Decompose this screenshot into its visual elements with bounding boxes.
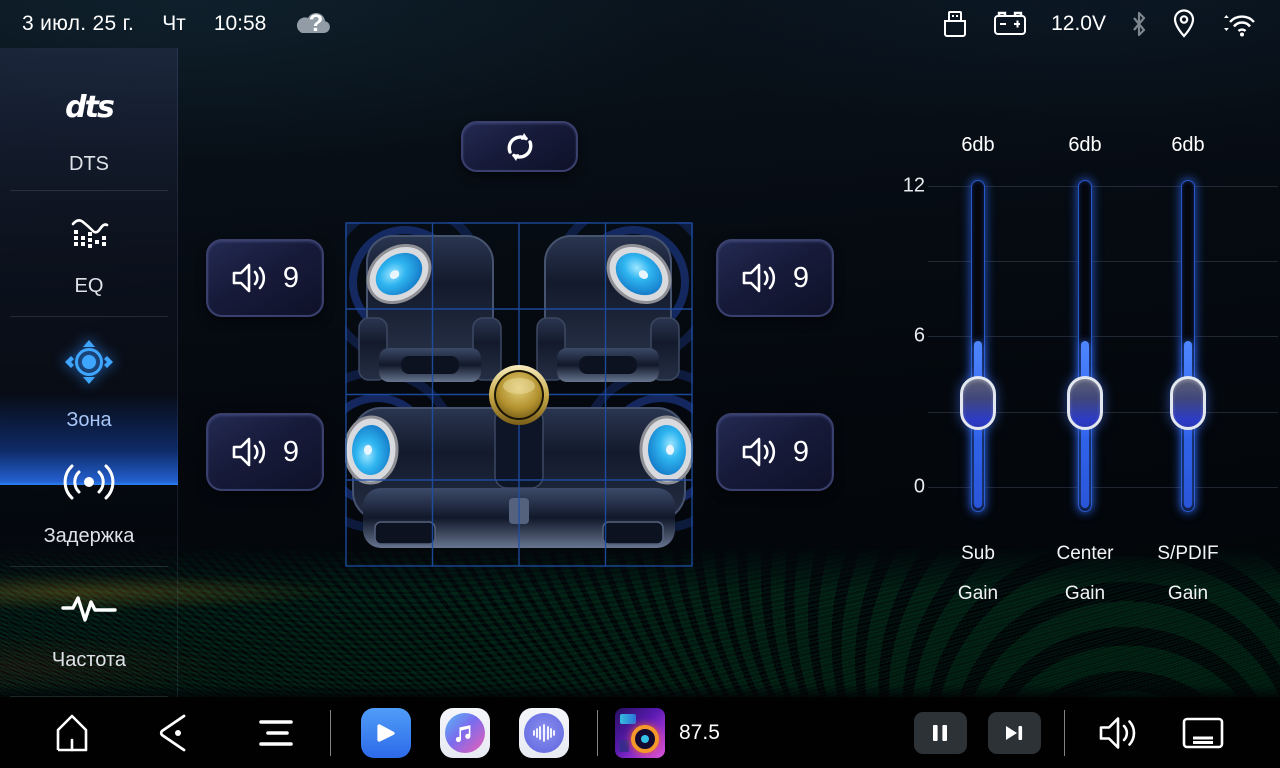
gain-slider-sub: 6db Sub Gain: [918, 120, 1038, 157]
wifi-icon[interactable]: [1220, 10, 1256, 38]
music-app-inner-circle: [445, 713, 485, 753]
sidebar-item-frequency[interactable]: Частота: [0, 588, 178, 672]
svg-text:?: ?: [309, 10, 324, 37]
zone-car-visualization[interactable]: [345, 222, 693, 567]
menu-lines-icon[interactable]: [258, 717, 294, 749]
gain-slider-track[interactable]: [1181, 180, 1195, 512]
bottom-nav-bar: 87.5: [0, 697, 1280, 768]
voice-wave-inner-circle: [524, 713, 564, 753]
gain-tick-6: 6: [885, 325, 925, 348]
volume-value: 9: [283, 436, 299, 469]
gain-slider-track[interactable]: [971, 180, 985, 512]
bottom-bar-divider: [330, 710, 331, 756]
sidebar-item-eq[interactable]: EQ: [0, 210, 178, 298]
head-unit-screen: 3 июл. 25 г. Чт 10:58 ?: [0, 0, 1280, 768]
frequency-wave-icon: [0, 588, 178, 628]
gain-value-label: 6db: [918, 134, 1038, 157]
gain-name-line2: Gain: [918, 583, 1038, 605]
location-icon[interactable]: [1172, 9, 1196, 39]
volume-button-front-right[interactable]: 9: [716, 239, 834, 317]
speaker-rear-right: [640, 416, 693, 484]
bottom-bar-divider: [597, 710, 598, 756]
status-bar: 3 июл. 25 г. Чт 10:58 ?: [0, 0, 1280, 48]
gain-name-line2: Gain: [1025, 583, 1145, 605]
gain-slider-center: 6db Center Gain: [1025, 120, 1145, 157]
gain-slider-spdif: 6db S/PDIF Gain: [1128, 120, 1248, 157]
sidebar-item-label: Частота: [0, 649, 178, 672]
radio-app-icon[interactable]: [615, 708, 665, 758]
volume-value: 9: [793, 436, 809, 469]
next-track-button[interactable]: [988, 712, 1041, 754]
pause-button[interactable]: [914, 712, 967, 754]
sidebar-item-label: Задержка: [0, 525, 178, 548]
gain-name-line2: Gain: [1128, 583, 1248, 605]
bottom-bar-divider: [1064, 710, 1065, 756]
gain-slider-thumb[interactable]: [1170, 376, 1206, 430]
bluetooth-icon[interactable]: [1130, 10, 1148, 38]
sidebar-item-label: EQ: [0, 275, 178, 298]
background-soundwave-texture: [0, 545, 1280, 700]
sidebar-divider: [10, 566, 168, 567]
volume-value: 9: [793, 262, 809, 295]
speaker-rear-left: [345, 416, 398, 484]
volume-icon[interactable]: [1097, 714, 1139, 752]
dts-logo: dts: [0, 90, 178, 125]
status-time: 10:58: [214, 12, 267, 36]
battery-voltage: 12.0V: [1051, 12, 1106, 36]
gain-slider-thumb[interactable]: [960, 376, 996, 430]
usb-icon: [941, 9, 969, 39]
gain-name-line1: Sub: [918, 543, 1038, 565]
gain-tick-0: 0: [885, 476, 925, 499]
sidebar-item-zone[interactable]: Зона: [0, 334, 178, 432]
sidebar-divider: [10, 316, 168, 317]
radio-app-detail: [620, 714, 636, 724]
gain-name-line1: Center: [1025, 543, 1145, 565]
sync-refresh-icon: [502, 130, 538, 164]
zone-reset-button[interactable]: [461, 121, 578, 172]
volume-value: 9: [283, 262, 299, 295]
speaker-volume-icon: [231, 436, 267, 468]
sidebar: dts DTS EQ: [0, 48, 178, 698]
gain-value-label: 6db: [1128, 134, 1248, 157]
radio-frequency-label: 87.5: [679, 721, 720, 745]
speaker-volume-icon: [741, 262, 777, 294]
weather-unknown-icon[interactable]: ?: [292, 7, 334, 41]
sidebar-divider: [10, 190, 168, 191]
music-app-icon[interactable]: [440, 708, 490, 758]
gain-slider-thumb[interactable]: [1067, 376, 1103, 430]
volume-button-front-left[interactable]: 9: [206, 239, 324, 317]
car-battery-icon: [993, 10, 1027, 38]
equalizer-icon: [0, 210, 178, 252]
balance-position-knob[interactable]: [489, 365, 549, 425]
display-icon[interactable]: [1181, 716, 1225, 750]
gain-tick-12: 12: [885, 175, 925, 198]
gain-value-label: 6db: [1025, 134, 1145, 157]
radio-app-speaker-cap: [641, 735, 649, 743]
sidebar-item-dts[interactable]: dts DTS: [0, 90, 178, 176]
delay-signal-icon: [0, 460, 178, 504]
volume-button-rear-left[interactable]: 9: [206, 413, 324, 491]
gain-name-line1: S/PDIF: [1128, 543, 1248, 565]
radio-app-detail: [619, 740, 629, 752]
gain-slider-track[interactable]: [1078, 180, 1092, 512]
zone-joystick-icon: [0, 334, 178, 390]
status-weekday: Чт: [162, 12, 186, 36]
volume-button-rear-right[interactable]: 9: [716, 413, 834, 491]
speaker-volume-icon: [741, 436, 777, 468]
status-date: 3 июл. 25 г.: [22, 12, 134, 36]
sidebar-item-label: Зона: [0, 409, 178, 432]
back-icon[interactable]: [154, 710, 192, 756]
speaker-volume-icon: [231, 262, 267, 294]
voice-wave-app-icon[interactable]: [519, 708, 569, 758]
play-app-icon[interactable]: [361, 708, 411, 758]
home-icon[interactable]: [52, 712, 92, 754]
sidebar-item-label: DTS: [0, 153, 178, 176]
sidebar-item-delay[interactable]: Задержка: [0, 460, 178, 548]
